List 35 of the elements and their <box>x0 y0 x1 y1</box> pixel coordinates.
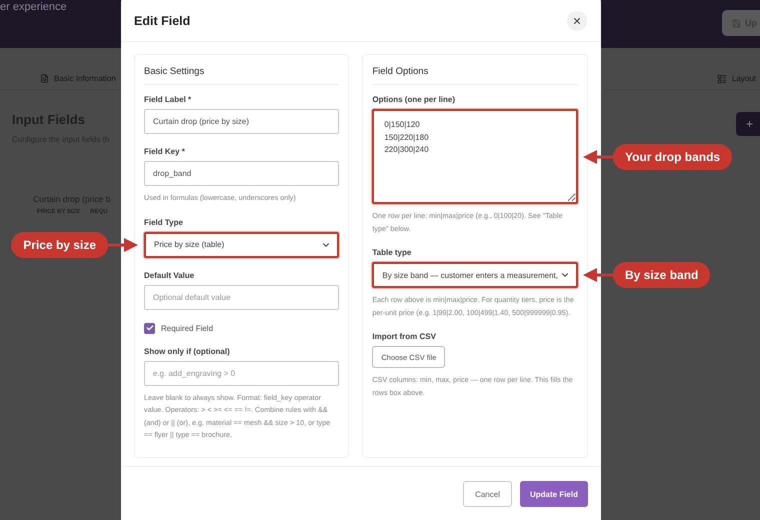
dropdown-field[interactable]: By size band — customer enters a measurement, <box>372 262 578 288</box>
text-field[interactable]: e.g. add_engraving > 0 <box>144 360 340 386</box>
panel-title: Field Options <box>372 66 578 85</box>
panel-title: Basic Settings <box>144 66 340 85</box>
arrow-icon <box>583 150 613 164</box>
callout-label: Price by size <box>11 232 108 258</box>
options-field[interactable]: 0|150|120 150|220|180 220|300|240 <box>372 109 578 204</box>
dropdown-field[interactable]: Price by size (table) <box>144 232 340 258</box>
close-button[interactable] <box>567 10 587 30</box>
callout-label: By size band <box>613 262 710 288</box>
field-label: Import from CSV <box>372 332 437 341</box>
document-icon <box>40 74 49 83</box>
checkbox-label: Required Field <box>161 324 214 332</box>
cancel-button[interactable]: Cancel <box>463 481 512 507</box>
close-icon <box>572 16 582 26</box>
text-field[interactable]: Curtain drop (price by size) <box>144 109 340 134</box>
layout-icon <box>716 74 727 84</box>
tagline: er experience <box>0 1 67 13</box>
field-label: Field Label * <box>144 95 192 104</box>
callout-label: Your drop bands <box>613 144 732 170</box>
text-field[interactable]: drop_band <box>144 161 340 186</box>
field-label: Field Type <box>144 218 184 226</box>
field-label: Table type <box>372 248 412 257</box>
field-label: Field Key * <box>144 147 186 156</box>
update-field-button[interactable]: Update Field <box>520 481 588 507</box>
arrow-icon <box>108 238 138 252</box>
text-field[interactable]: Optional default value <box>144 284 340 310</box>
field-label: Show only if (optional) <box>144 346 231 356</box>
dialog-title: Edit Field <box>134 14 190 28</box>
field-label: Default Value <box>144 270 196 280</box>
save-icon <box>732 18 741 28</box>
checkbox[interactable] <box>144 322 155 334</box>
field-label: Options (one per line) <box>372 95 456 104</box>
arrow-icon <box>583 268 613 282</box>
add-button[interactable]: + <box>736 112 760 136</box>
